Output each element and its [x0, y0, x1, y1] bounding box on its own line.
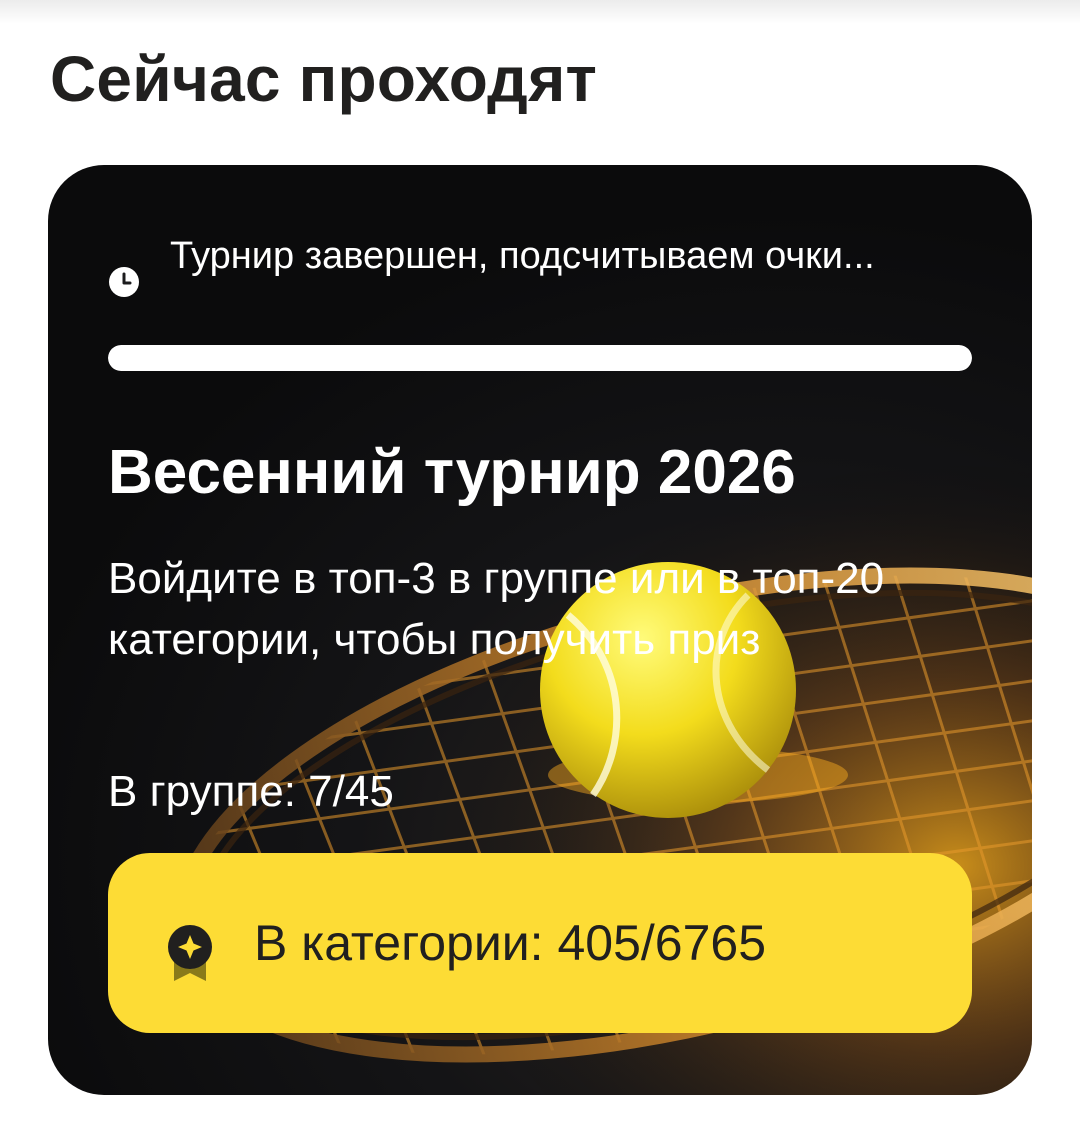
progress-fill [108, 345, 972, 371]
clock-icon [109, 267, 139, 297]
category-rank-label: В категории: 405/6765 [254, 915, 767, 971]
progress-bar [108, 345, 972, 371]
section-title: Сейчас проходят [50, 43, 598, 115]
tournament-description: Войдите в топ-3 в группе или в топ-20 ка… [108, 554, 885, 664]
tournament-title: Весенний турнир 2026 [108, 438, 796, 507]
top-shadow [0, 0, 1080, 24]
status-text: Турнир завершен, подсчитываем очки... [170, 235, 875, 277]
category-rank-button[interactable]: В категории: 405/6765 [108, 853, 972, 1033]
badge-star-icon [168, 925, 212, 981]
tournament-card[interactable]: Турнир завершен, подсчитываем очки... Ве… [48, 165, 1032, 1095]
tournament-status: Турнир завершен, подсчитываем очки... [108, 231, 928, 331]
group-rank: В группе: 7/45 [108, 767, 394, 816]
